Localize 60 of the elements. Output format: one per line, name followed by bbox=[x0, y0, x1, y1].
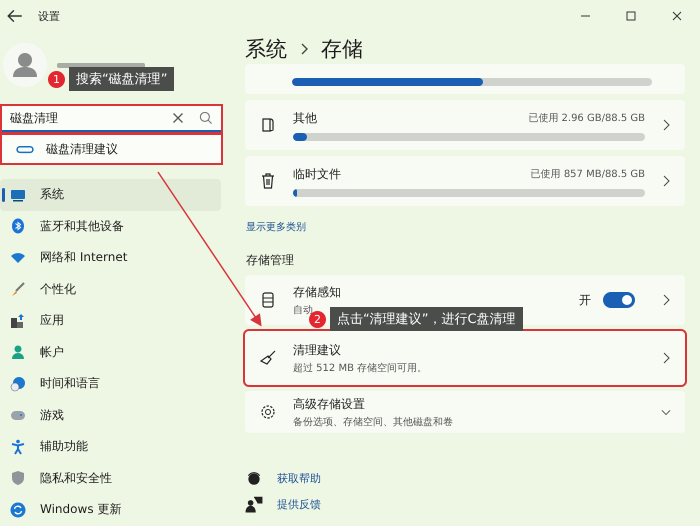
sidebar-item[interactable]: 应用 bbox=[0, 305, 221, 336]
trash-icon bbox=[259, 172, 277, 190]
sidebar-item[interactable]: Windows 更新 bbox=[0, 494, 221, 526]
row-subtitle: 超过 512 MB 存储空间可用。 bbox=[293, 362, 428, 374]
row-title: 存储感知 bbox=[293, 284, 341, 300]
clock-globe-icon bbox=[10, 376, 26, 392]
toggle-switch[interactable] bbox=[603, 292, 635, 308]
category-name: 临时文件 bbox=[293, 166, 341, 182]
row-title: 清理建议 bbox=[293, 342, 341, 358]
apps-icon bbox=[10, 312, 26, 329]
window-title: 设置 bbox=[38, 8, 60, 24]
row-title: 高级存储设置 bbox=[293, 396, 365, 412]
bluetooth-icon bbox=[10, 218, 26, 234]
help-link[interactable]: 提供反馈 bbox=[277, 496, 321, 512]
shield-icon bbox=[10, 470, 26, 486]
section-heading: 存储管理 bbox=[246, 252, 295, 269]
sidebar-item[interactable]: 帐户 bbox=[0, 336, 221, 368]
chevron-icon bbox=[661, 294, 671, 306]
storage-card[interactable]: 临时文件 已使用 857 MB/88.5 GB bbox=[245, 156, 685, 206]
back-arrow-icon[interactable] bbox=[6, 7, 24, 25]
usage-text: 已使用 2.96 GB/88.5 GB bbox=[528, 112, 645, 125]
sync-icon bbox=[10, 502, 26, 518]
accessibility-icon bbox=[10, 438, 26, 455]
feedback-icon bbox=[245, 495, 263, 513]
broom-icon bbox=[259, 349, 277, 367]
category-name: 其他 bbox=[293, 110, 317, 126]
sidebar-item[interactable]: 时间和语言 bbox=[0, 368, 221, 400]
usage-text: 已使用 857 MB/88.5 GB bbox=[530, 168, 645, 181]
help-link[interactable]: 获取帮助 bbox=[277, 470, 321, 486]
brush-icon bbox=[10, 281, 26, 298]
show-more-link[interactable]: 显示更多类别 bbox=[246, 220, 685, 234]
sidebar-item[interactable]: 游戏 bbox=[0, 400, 221, 431]
sidebar-item[interactable]: 隐私和安全性 bbox=[0, 462, 221, 494]
search-input[interactable]: 磁盘清理 bbox=[8, 110, 159, 126]
settings-row[interactable]: 高级存储设置 备份选项、存储空间、其他磁盘和卷 bbox=[245, 391, 685, 433]
step-badge: 1 bbox=[48, 70, 65, 88]
chevron-icon bbox=[661, 119, 671, 131]
chevron-icon bbox=[299, 43, 309, 55]
row-subtitle: 备份选项、存储空间、其他磁盘和卷 bbox=[293, 416, 453, 428]
sidebar-item[interactable]: 系统 bbox=[0, 179, 221, 210]
annotation-tooltip: 点击“清理建议”，进行C盘清理 bbox=[330, 307, 523, 331]
toggle-label: 开 bbox=[579, 292, 591, 308]
gear-icon bbox=[259, 403, 277, 421]
settings-row[interactable]: 清理建议 超过 512 MB 存储空间可用。 bbox=[245, 331, 685, 385]
chevron-icon bbox=[661, 175, 671, 187]
storage-card[interactable]: 其他 已使用 2.96 GB/88.5 GB bbox=[245, 100, 685, 150]
annotation-tooltip: 搜索“磁盘清理” bbox=[69, 67, 174, 91]
sidebar-item[interactable]: 蓝牙和其他设备 bbox=[0, 210, 221, 242]
chevron-icon bbox=[661, 352, 671, 364]
avatar-icon bbox=[3, 43, 47, 87]
breadcrumb-item[interactable]: 系统 bbox=[245, 35, 287, 63]
person-icon bbox=[10, 344, 26, 360]
sidebar-item[interactable]: 个性化 bbox=[0, 274, 221, 305]
sidebar-item[interactable]: 网络和 Internet bbox=[0, 242, 221, 274]
breadcrumb-item: 存储 bbox=[321, 36, 363, 63]
search-box[interactable]: 磁盘清理 bbox=[2, 106, 221, 132]
suggestion-item[interactable]: 磁盘清理建议 bbox=[46, 140, 118, 158]
sidebar-item[interactable]: 辅助功能 bbox=[0, 431, 221, 462]
search-icon[interactable] bbox=[197, 109, 215, 127]
selection-indicator bbox=[2, 188, 5, 202]
